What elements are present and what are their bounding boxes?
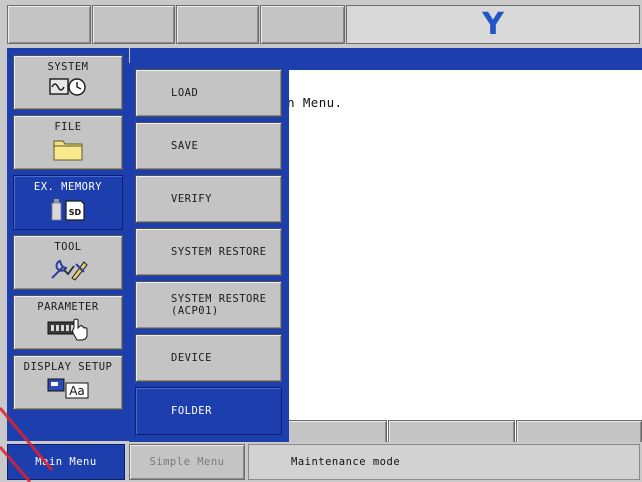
system-wave-clock-icon [49, 78, 86, 96]
status-message: Maintenance mode [248, 444, 640, 480]
main-menu-file[interactable]: FILE [13, 115, 123, 170]
submenu-item-system-restore-acp01[interactable]: SYSTEM RESTORE (ACP01) [135, 281, 282, 329]
menu-label: TOOL [54, 241, 82, 253]
submenu-label: SYSTEM RESTORE [171, 246, 267, 258]
main-menu-button[interactable]: Main Menu [7, 444, 125, 480]
logo-area: Y [346, 5, 640, 44]
main-menu-system[interactable]: SYSTEM [13, 55, 123, 110]
submenu-item-folder[interactable]: FOLDER [135, 387, 282, 435]
usb-sd-card-icon: SD [51, 199, 85, 221]
main-menu-ex-memory[interactable]: EX. MEMORY SD [13, 175, 123, 230]
submenu-item-device[interactable]: DEVICE [135, 334, 282, 382]
top-bar-button-3[interactable] [176, 5, 259, 44]
top-bar-button-4[interactable] [260, 5, 345, 44]
submenu-label: DEVICE [171, 352, 212, 364]
menu-label: PARAMETER [37, 301, 99, 313]
display-font-icon: Aa [47, 378, 89, 399]
submenu-label: FOLDER [171, 405, 212, 417]
menu-label: EX. MEMORY [33, 181, 103, 193]
folder-icon [53, 140, 83, 161]
logo: Y [482, 6, 504, 42]
svg-text:SD: SD [69, 208, 82, 217]
submenu-label: SAVE [171, 140, 199, 152]
submenu-label: VERIFY [171, 193, 212, 205]
main-menu-panel: SYSTEM FILE EX. MEMORY SD TOOL PARAMETER… [7, 48, 129, 441]
top-bar-button-1[interactable] [7, 5, 91, 44]
submenu-label: LOAD [171, 87, 199, 99]
simple-menu-button[interactable]: Simple Menu [129, 444, 245, 480]
menu-label: DISPLAY SETUP [23, 361, 113, 373]
main-menu-tool[interactable]: TOOL [13, 235, 123, 290]
main-menu-display-setup[interactable]: DISPLAY SETUP Aa [13, 355, 123, 410]
main-menu-parameter[interactable]: PARAMETER [13, 295, 123, 350]
svg-text:Aa: Aa [69, 384, 85, 398]
menu-label: FILE [54, 121, 82, 133]
status-bar: Main Menu Simple Menu Maintenance mode [0, 442, 642, 482]
tool-wrench-icon [51, 259, 88, 281]
main-message: n Menu. [287, 95, 343, 110]
submenu-item-verify[interactable]: VERIFY [135, 175, 282, 223]
parameter-hand-icon [47, 318, 88, 341]
submenu-label: SYSTEM RESTORE [171, 293, 267, 305]
submenu-panel: LOAD SAVE VERIFY SYSTEM RESTORE SYSTEM R… [129, 63, 289, 442]
menu-label: SYSTEM [47, 61, 89, 73]
submenu-label-line-2: (ACP01) [171, 305, 219, 317]
submenu-item-load[interactable]: LOAD [135, 69, 282, 117]
submenu-item-save[interactable]: SAVE [135, 122, 282, 170]
pendant-screen: Y n Menu. SYSTEM FILE EX. MEMORY SD TOOL… [0, 0, 642, 482]
submenu-item-system-restore[interactable]: SYSTEM RESTORE [135, 228, 282, 276]
top-bar-button-2[interactable] [92, 5, 175, 44]
